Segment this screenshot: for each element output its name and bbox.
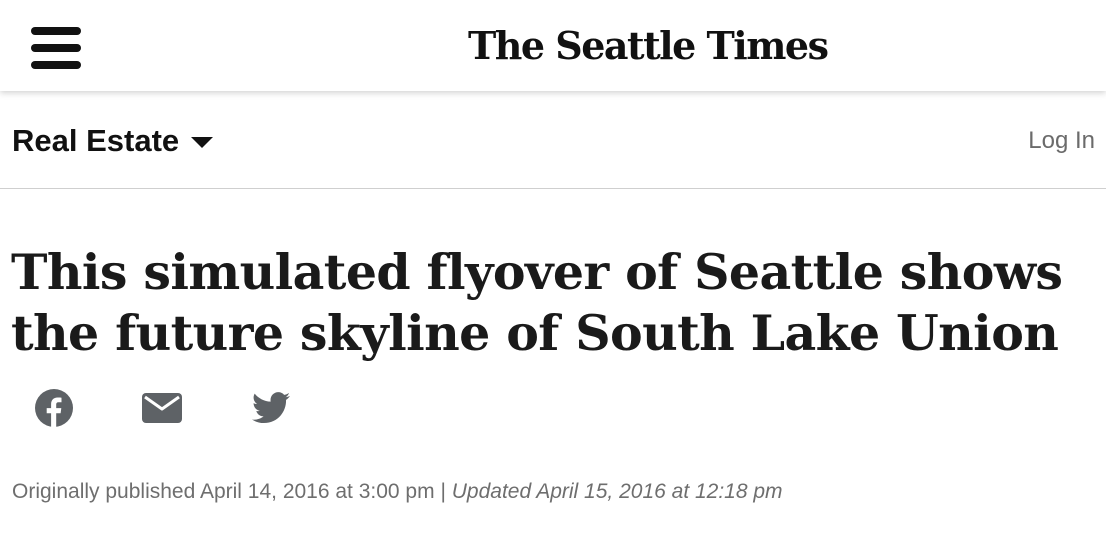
hamburger-menu-icon[interactable] bbox=[31, 27, 81, 69]
article-dateline: Originally published April 14, 2016 at 3… bbox=[12, 480, 1102, 504]
facebook-icon bbox=[35, 389, 73, 427]
top-nav-bar: The Seattle Times bbox=[0, 0, 1106, 91]
twitter-share-button[interactable] bbox=[251, 388, 291, 428]
dateline-separator: | bbox=[440, 480, 446, 503]
menu-line bbox=[31, 27, 81, 35]
section-dropdown[interactable]: Real Estate bbox=[12, 123, 214, 159]
twitter-icon bbox=[252, 392, 290, 424]
section-label: Real Estate bbox=[12, 123, 180, 158]
updated-date: Updated April 15, 2016 at 12:18 pm bbox=[451, 480, 783, 503]
menu-line bbox=[31, 61, 81, 69]
login-link[interactable]: Log In bbox=[1028, 127, 1095, 155]
article-headline: This simulated flyover of Seattle shows … bbox=[11, 243, 1063, 362]
published-date: Originally published April 14, 2016 at 3… bbox=[12, 480, 435, 503]
section-bar: Real Estate Log In bbox=[0, 91, 1106, 189]
caret-down-icon bbox=[191, 136, 214, 148]
email-share-button[interactable] bbox=[142, 388, 182, 428]
email-icon bbox=[142, 393, 182, 423]
site-logo[interactable]: The Seattle Times bbox=[468, 18, 829, 74]
menu-line bbox=[31, 44, 81, 52]
facebook-share-button[interactable] bbox=[34, 388, 74, 428]
